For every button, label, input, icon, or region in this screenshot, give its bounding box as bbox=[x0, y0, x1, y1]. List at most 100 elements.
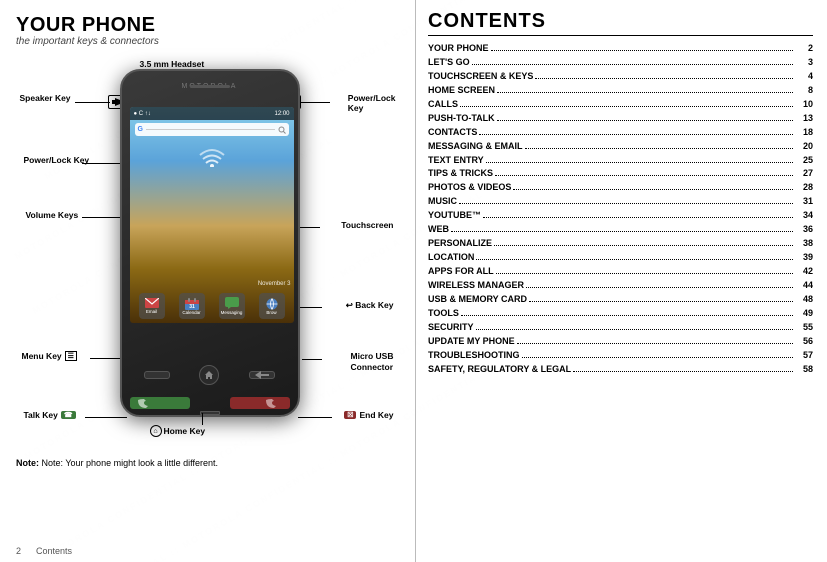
line-menu bbox=[90, 358, 120, 359]
toc-dots bbox=[483, 217, 793, 218]
line-touchscreen bbox=[300, 227, 320, 228]
volume-button-left bbox=[120, 151, 122, 191]
toc-page: 13 bbox=[795, 112, 813, 126]
toc-item-name: PUSH-TO-TALK bbox=[428, 112, 495, 126]
toc-item-name: TOUCHSCREEN & KEYS bbox=[428, 70, 533, 84]
toc-dots bbox=[529, 301, 793, 302]
toc-item: LET'S GO 3 bbox=[428, 56, 813, 70]
line-ptt bbox=[82, 217, 120, 218]
toc-page: 58 bbox=[795, 363, 813, 377]
toc-item: TOUCHSCREEN & KEYS4 bbox=[428, 70, 813, 84]
phone-diagram: Speaker Key 3.5 mm Headset Power/LockKey bbox=[20, 55, 400, 455]
home-btn bbox=[199, 365, 219, 385]
toc-item-name: LET'S GO bbox=[428, 56, 470, 70]
line-volume bbox=[82, 163, 120, 164]
toc-page: 55 bbox=[795, 321, 813, 335]
line-usb bbox=[302, 359, 322, 360]
toc-page: 3 bbox=[795, 56, 813, 70]
status-bar: ● C ↑↓ 12:00 bbox=[130, 107, 294, 120]
toc-dots bbox=[573, 371, 793, 372]
toc-item-name: WIRELESS MANAGER bbox=[428, 279, 524, 293]
contents-title: CONTENTS bbox=[428, 10, 813, 36]
label-power: Power/LockKey bbox=[348, 93, 396, 113]
toc-dots bbox=[461, 315, 793, 316]
line-back bbox=[300, 307, 322, 308]
line-talk bbox=[85, 417, 127, 418]
toc-page: 49 bbox=[795, 307, 813, 321]
toc-page: 44 bbox=[795, 279, 813, 293]
ptt-button-side bbox=[120, 211, 122, 233]
toc-item: SAFETY, REGULATORY & LEGAL 58 bbox=[428, 363, 813, 377]
speaker-grill bbox=[190, 85, 230, 88]
toc-item-name: YOUR PHONE bbox=[428, 42, 489, 56]
toc-item-name: SECURITY bbox=[428, 321, 474, 335]
toc-item: YOUR PHONE 2 bbox=[428, 42, 813, 56]
toc-item-name: TIPS & TRICKS bbox=[428, 167, 493, 181]
browser-icon: Brow bbox=[259, 293, 285, 319]
end-btn bbox=[230, 397, 290, 409]
label-speaker-key: Speaker Key bbox=[20, 93, 71, 103]
toc-item: TROUBLESHOOTING57 bbox=[428, 349, 813, 363]
toc-page: 31 bbox=[795, 195, 813, 209]
toc-item: TEXT ENTRY25 bbox=[428, 154, 813, 168]
toc-item: PUSH-TO-TALK 13 bbox=[428, 112, 813, 126]
toc-item-name: PHOTOS & VIDEOS bbox=[428, 181, 511, 195]
toc-page: 39 bbox=[795, 251, 813, 265]
left-panel: YOUR PHONE the important keys & connecto… bbox=[0, 0, 415, 562]
toc-item-name: TEXT ENTRY bbox=[428, 154, 484, 168]
toc-item-name: UPDATE MY PHONE bbox=[428, 335, 515, 349]
toc-item: YOUTUBE™34 bbox=[428, 209, 813, 223]
toc-dots bbox=[451, 231, 793, 232]
toc-page: 36 bbox=[795, 223, 813, 237]
label-end-key: ☒ End Key bbox=[344, 410, 393, 420]
phone-nav-buttons bbox=[130, 365, 290, 385]
toc-dots bbox=[495, 175, 793, 176]
toc-item: LOCATION39 bbox=[428, 251, 813, 265]
toc-item-name: TROUBLESHOOTING bbox=[428, 349, 520, 363]
toc-page: 42 bbox=[795, 265, 813, 279]
toc-item-name: MESSAGING & EMAIL bbox=[428, 140, 523, 154]
toc-item: APPS FOR ALL42 bbox=[428, 265, 813, 279]
toc-item-name: MUSIC bbox=[428, 195, 457, 209]
toc-dots bbox=[472, 64, 793, 65]
back-btn-phone bbox=[249, 371, 275, 379]
section-title: YOUR PHONE bbox=[16, 14, 403, 36]
toc-item: WIRELESS MANAGER 44 bbox=[428, 279, 813, 293]
toc-dots bbox=[494, 245, 793, 246]
toc-page: 28 bbox=[795, 181, 813, 195]
label-back-key: ↩ Back Key bbox=[346, 300, 394, 311]
toc-page: 2 bbox=[795, 42, 813, 56]
label-usb: Micro USBConnector bbox=[351, 351, 394, 373]
toc-item-name: CONTACTS bbox=[428, 126, 477, 140]
label-touchscreen: Touchscreen bbox=[341, 220, 393, 230]
label-talk-key: Talk Key ☎ bbox=[24, 410, 76, 420]
phone-screen: ● C ↑↓ 12:00 G November 3 bbox=[130, 107, 294, 323]
wifi-symbol bbox=[198, 147, 226, 172]
toc-item-name: SAFETY, REGULATORY & LEGAL bbox=[428, 363, 571, 377]
toc-page: 38 bbox=[795, 237, 813, 251]
line-power bbox=[300, 102, 330, 103]
phone-call-buttons bbox=[130, 397, 290, 409]
email-icon: Email bbox=[139, 293, 165, 319]
toc-dots bbox=[497, 92, 793, 93]
calendar-icon: 31 Calendar bbox=[179, 293, 205, 319]
toc-page: 18 bbox=[795, 126, 813, 140]
toc-page: 27 bbox=[795, 167, 813, 181]
toc-dots bbox=[497, 120, 793, 121]
toc-dots bbox=[491, 50, 793, 51]
toc-item: CONTACTS 18 bbox=[428, 126, 813, 140]
toc-item: MESSAGING & EMAIL20 bbox=[428, 140, 813, 154]
section-subtitle: the important keys & connectors bbox=[16, 36, 403, 47]
toc-item: TIPS & TRICKS 27 bbox=[428, 167, 813, 181]
toc-item: UPDATE MY PHONE56 bbox=[428, 335, 813, 349]
toc-item: PHOTOS & VIDEOS 28 bbox=[428, 181, 813, 195]
toc-item-name: PERSONALIZE bbox=[428, 237, 492, 251]
right-panel: CONTENTS YOUR PHONE2LET'S GO3TOUCHSCREEN… bbox=[415, 0, 827, 562]
screen-date: November 3 bbox=[258, 281, 291, 287]
toc-item: PERSONALIZE 38 bbox=[428, 237, 813, 251]
toc-page: 10 bbox=[795, 98, 813, 112]
toc-item: TOOLS 49 bbox=[428, 307, 813, 321]
toc-item-name: TOOLS bbox=[428, 307, 459, 321]
toc-item: MUSIC 31 bbox=[428, 195, 813, 209]
toc-dots bbox=[496, 273, 793, 274]
